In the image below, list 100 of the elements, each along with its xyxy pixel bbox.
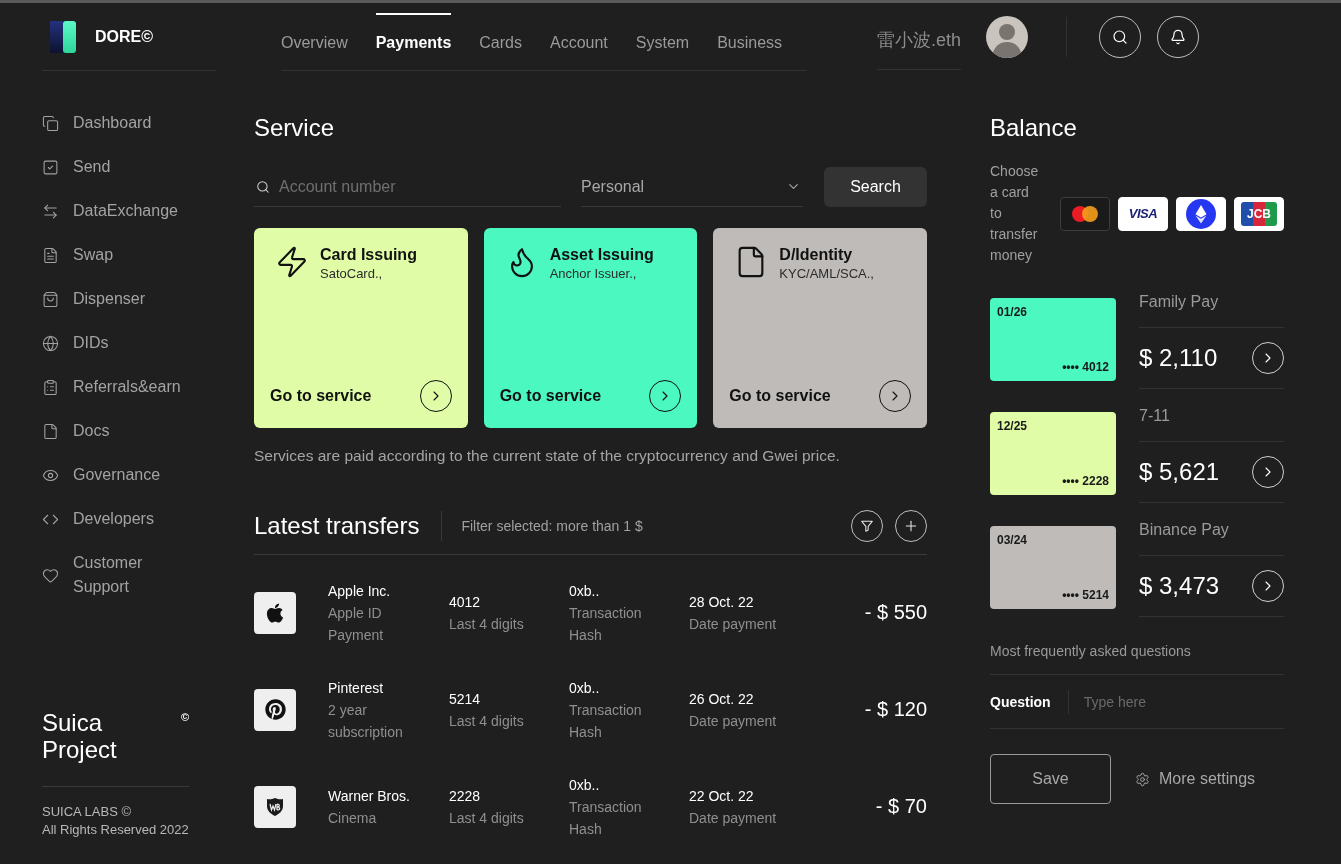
payment-amount: - $ 70 bbox=[875, 795, 927, 818]
user-name: 雷小波.eth bbox=[877, 3, 962, 70]
balance-amount: $ 5,621 bbox=[1139, 458, 1220, 486]
globe-icon bbox=[42, 334, 59, 352]
digits-label: Last 4 digits bbox=[449, 808, 525, 828]
bank-card[interactable]: 03/24 •••• 5214 bbox=[990, 526, 1116, 609]
card-digits: 5214 bbox=[449, 689, 482, 709]
card-number: •••• 4012 bbox=[1062, 360, 1109, 374]
go-to-service-link[interactable]: Go to service bbox=[270, 387, 372, 405]
company-name: SUICA LABS © bbox=[42, 803, 133, 821]
sidebar-item[interactable]: Referrals&earn bbox=[42, 365, 216, 409]
card-expiry: 12/25 bbox=[997, 419, 1028, 433]
filter-icon bbox=[860, 519, 874, 533]
card-digits: 2228 bbox=[449, 786, 482, 806]
search-button[interactable]: Search bbox=[824, 167, 927, 207]
merchant-name: Apple Inc. bbox=[328, 581, 392, 601]
card-number: •••• 2228 bbox=[1062, 474, 1109, 488]
diamond-coin-icon bbox=[1186, 198, 1216, 229]
sidebar-item[interactable]: Dashboard bbox=[42, 101, 216, 145]
nav-tab[interactable]: Account bbox=[549, 13, 608, 70]
transaction-hash: 0xb.. bbox=[569, 678, 601, 698]
hash-label: Transaction Hash bbox=[569, 797, 643, 839]
project-name: Suica Project bbox=[42, 709, 117, 763]
card-number: •••• 5214 bbox=[1062, 588, 1109, 602]
sidebar-item[interactable]: Governance bbox=[42, 453, 216, 497]
date-label: Date payment bbox=[689, 808, 778, 828]
choose-card-prompt: Choose a card to transfer money bbox=[990, 162, 1040, 265]
bag-icon bbox=[42, 290, 59, 308]
bell-icon bbox=[1170, 29, 1187, 45]
copyright-mark: © bbox=[180, 711, 189, 723]
date-label: Date payment bbox=[689, 614, 778, 634]
service-title: Card Issuing bbox=[320, 245, 417, 265]
payment-detail: Apple ID Payment bbox=[328, 603, 385, 645]
account-name: 7-11 bbox=[1139, 404, 1284, 442]
save-button[interactable]: Save bbox=[990, 754, 1111, 804]
sidebar-item[interactable]: Docs bbox=[42, 409, 216, 453]
bank-card[interactable]: 12/25 •••• 2228 bbox=[990, 412, 1116, 495]
payment-detail: 2 year subscription bbox=[328, 700, 404, 742]
sidebar-item[interactable]: Send bbox=[42, 145, 216, 189]
brand-name: DORE© bbox=[95, 26, 153, 47]
search-icon bbox=[1112, 29, 1129, 45]
file-icon bbox=[42, 422, 59, 440]
payment-amount: - $ 120 bbox=[864, 698, 927, 721]
card-brand-button[interactable]: JCB bbox=[1234, 196, 1284, 231]
card-expiry: 01/26 bbox=[997, 305, 1028, 319]
filter-summary: Filter selected: more than 1 $ bbox=[461, 518, 643, 534]
nav-tab[interactable]: Cards bbox=[479, 13, 522, 70]
sidebar-item[interactable]: Swap bbox=[42, 233, 216, 277]
windows-icon bbox=[42, 114, 59, 132]
overlapping-circles-icon bbox=[1072, 205, 1098, 222]
hash-label: Transaction Hash bbox=[569, 603, 643, 645]
account-type-select[interactable]: Personal bbox=[581, 167, 803, 207]
sidebar-item[interactable]: Customer Support bbox=[42, 541, 216, 609]
sidebar-item[interactable]: DIDs bbox=[42, 321, 216, 365]
service-subtitle: KYC/AML/SCA., bbox=[779, 265, 874, 283]
sidebar-item[interactable]: Dispenser bbox=[42, 277, 216, 321]
clipboard-icon bbox=[42, 378, 59, 396]
account-search-field[interactable]: Account number bbox=[254, 167, 561, 207]
heart-icon bbox=[42, 566, 59, 584]
section-title: Balance bbox=[990, 113, 1078, 143]
nav-tab[interactable]: Business bbox=[717, 13, 783, 70]
payment-amount: - $ 550 bbox=[864, 601, 927, 624]
card-brand-button[interactable] bbox=[1060, 196, 1110, 231]
service-subtitle: Anchor Issuer., bbox=[549, 265, 638, 283]
exchange-arrows-icon bbox=[42, 202, 59, 220]
go-to-service-link[interactable]: Go to service bbox=[729, 387, 831, 405]
nav-tab[interactable]: System bbox=[635, 13, 690, 70]
more-settings-button[interactable]: More settings bbox=[1135, 770, 1256, 788]
user-avatar-icon[interactable] bbox=[986, 16, 1029, 58]
checkbox-icon bbox=[42, 158, 59, 176]
question-label: Question bbox=[990, 693, 1051, 710]
payment-detail: Cinema bbox=[328, 808, 378, 828]
shield-logo-icon bbox=[254, 785, 296, 828]
card-brand-button[interactable]: VISA bbox=[1118, 196, 1168, 231]
faq-title: Most frequently asked questions bbox=[990, 641, 1284, 675]
section-title: Service bbox=[254, 113, 336, 143]
nav-tab[interactable]: Payments bbox=[375, 13, 452, 70]
balance-amount: $ 3,473 bbox=[1139, 572, 1220, 600]
plus-icon bbox=[903, 518, 919, 534]
digits-label: Last 4 digits bbox=[449, 711, 525, 731]
nav-tab[interactable]: Overview bbox=[281, 13, 348, 70]
balance-amount: $ 2,110 bbox=[1139, 344, 1218, 372]
settings-icon bbox=[1135, 771, 1150, 787]
account-name: Binance Pay bbox=[1139, 518, 1284, 556]
logo-icon bbox=[50, 20, 76, 53]
transaction-hash: 0xb.. bbox=[569, 581, 601, 601]
payment-date: 22 Oct. 22 bbox=[689, 786, 755, 806]
card-digits: 4012 bbox=[449, 592, 482, 612]
digits-label: Last 4 digits bbox=[449, 614, 525, 634]
sidebar-item[interactable]: Developers bbox=[42, 497, 216, 541]
bank-card[interactable]: 01/26 •••• 4012 bbox=[990, 298, 1116, 381]
rights-text: All Rights Reserved 2022 bbox=[42, 821, 189, 839]
question-input[interactable]: Type here bbox=[1083, 689, 1284, 714]
payment-date: 28 Oct. 22 bbox=[689, 592, 755, 612]
go-to-service-link[interactable]: Go to service bbox=[499, 387, 602, 405]
transaction-hash: 0xb.. bbox=[569, 775, 601, 795]
service-title: D/Identity bbox=[779, 245, 854, 265]
search-icon bbox=[256, 180, 270, 194]
service-subtitle: SatoCard., bbox=[320, 265, 384, 283]
sidebar-item[interactable]: DataExchange bbox=[42, 189, 216, 233]
